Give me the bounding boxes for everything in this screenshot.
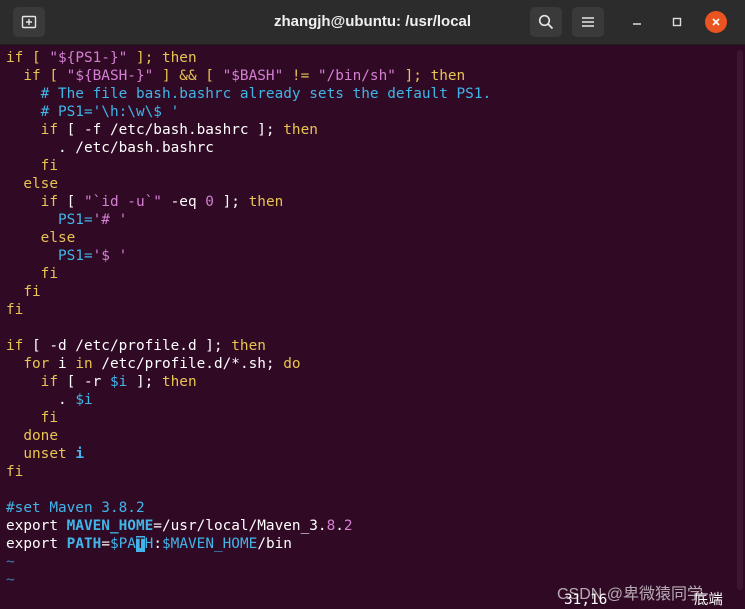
search-icon	[538, 14, 554, 30]
code-line: if [ -r $i ]; then	[6, 374, 197, 390]
close-button[interactable]	[705, 11, 727, 33]
code-line: fi	[6, 464, 24, 480]
code-line: done	[6, 428, 58, 444]
hamburger-menu-icon	[582, 17, 594, 27]
code-line: #set Maven 3.8.2	[6, 500, 145, 516]
menu-button[interactable]	[572, 7, 604, 37]
code-line: for i in /etc/profile.d/*.sh; do	[6, 356, 301, 372]
code-line: PS1='$ '	[6, 248, 128, 264]
close-icon	[712, 18, 720, 26]
code-line: # PS1='\h:\w\$ '	[6, 104, 180, 120]
scrollbar[interactable]	[737, 50, 743, 590]
code-line: fi	[6, 266, 58, 282]
code-line: if [ -f /etc/bash.bashrc ]; then	[6, 122, 318, 138]
title-bar: zhangjh@ubuntu: /usr/local	[0, 0, 745, 45]
code-line: fi	[6, 302, 24, 318]
text-cursor: T	[135, 536, 145, 552]
minimize-button[interactable]	[626, 11, 648, 33]
code-line: # The file bash.bashrc already sets the …	[6, 86, 492, 102]
code-line: unset i	[6, 446, 84, 462]
minimize-icon	[633, 23, 641, 25]
empty-line-marker: ~	[6, 554, 15, 570]
code-line: if [ "`id -u`" -eq 0 ]; then	[6, 194, 284, 210]
code-line: fi	[6, 158, 58, 174]
code-line: if [ -d /etc/profile.d ]; then	[6, 338, 266, 354]
code-line: . $i	[6, 392, 93, 408]
terminal-window: zhangjh@ubuntu: /usr/local if [ "${PS1-}…	[0, 0, 745, 609]
code-line: export MAVEN_HOME=/usr/local/Maven_3.8.2	[6, 518, 353, 534]
code-line: export PATH=$PATH:$MAVEN_HOME/bin	[6, 536, 292, 552]
code-line: fi	[6, 284, 41, 300]
watermark: CSDN @卑微猿同学	[557, 586, 704, 603]
empty-line-marker: ~	[6, 572, 15, 588]
code-line: if [ "${BASH-}" ] && [ "$BASH" != "/bin/…	[6, 68, 466, 84]
code-line: PS1='# '	[6, 212, 128, 228]
maximize-icon	[672, 17, 682, 27]
terminal-content[interactable]: if [ "${PS1-}" ]; then if [ "${BASH-}" ]…	[0, 47, 745, 609]
search-button[interactable]	[530, 7, 562, 37]
code-line: else	[6, 176, 58, 192]
maximize-button[interactable]	[666, 11, 688, 33]
code-line: . /etc/bash.bashrc	[6, 140, 214, 156]
code-line: else	[6, 230, 76, 246]
code-line: if [ "${PS1-}" ]; then	[6, 50, 197, 66]
code-line: fi	[6, 410, 58, 426]
